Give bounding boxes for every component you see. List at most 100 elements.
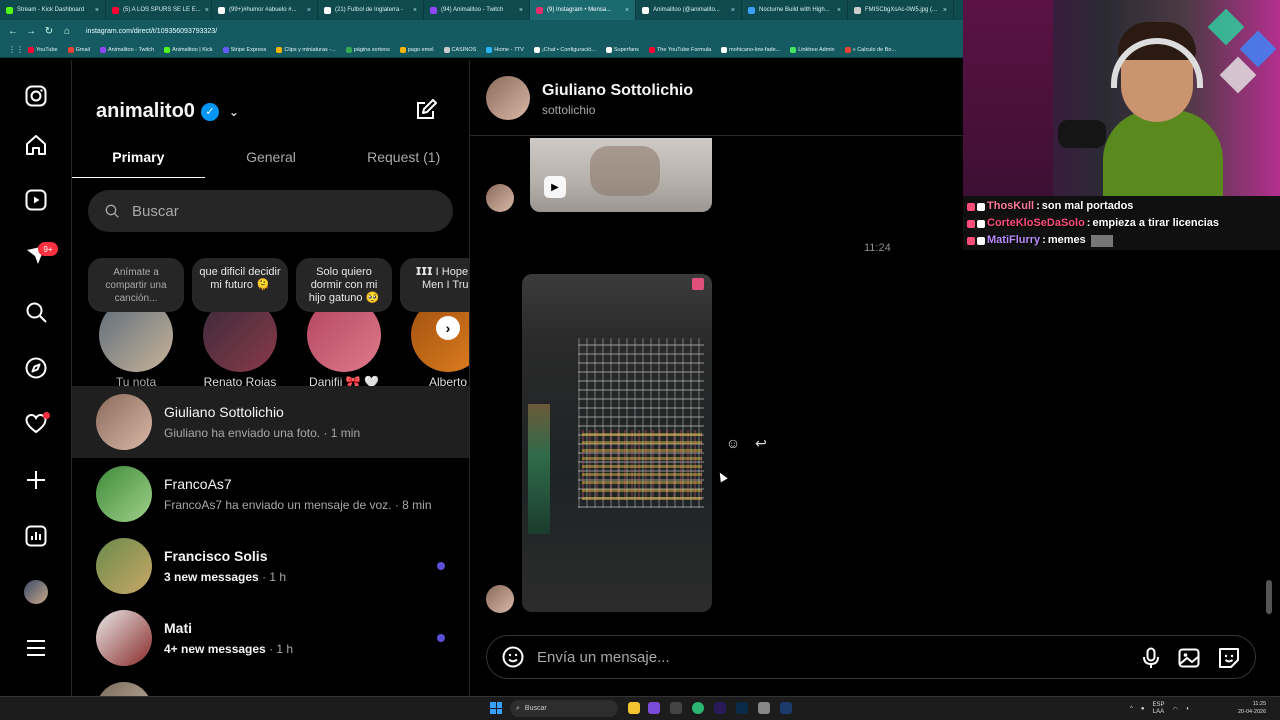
tab-primary[interactable]: Primary <box>72 140 205 178</box>
chat-scrollbar[interactable] <box>1266 580 1272 614</box>
bookmark-item[interactable]: Gmail <box>67 46 90 53</box>
file-explorer-icon[interactable] <box>628 702 640 714</box>
conversation-item[interactable]: Mati 4+ new messages · 1 h <box>72 602 469 674</box>
note-item[interactable]: Anímate a compartir una canción... Tu not… <box>88 258 184 389</box>
tab-close-icon[interactable]: × <box>943 7 947 14</box>
conversation-item[interactable]: Richanga conchetumare <box>72 674 469 696</box>
emoji-icon[interactable] <box>501 645 525 669</box>
reels-icon[interactable] <box>24 188 48 212</box>
tray-app-icon[interactable]: ● <box>1141 706 1145 712</box>
home-icon[interactable] <box>24 133 48 157</box>
tab-close-icon[interactable]: × <box>307 7 311 14</box>
bookmark-item[interactable]: mohicano-low-fade... <box>721 46 780 53</box>
browser-tab[interactable]: (94) Animalitoo - Twitch × <box>424 0 530 20</box>
streamer-body <box>1103 110 1223 196</box>
microphone-icon[interactable] <box>1139 646 1163 670</box>
react-emoji-icon[interactable]: ☺ <box>724 434 742 452</box>
new-message-icon[interactable] <box>414 98 438 122</box>
chat-avatar[interactable] <box>486 76 530 120</box>
tab-close-icon[interactable]: × <box>837 7 841 14</box>
bookmark-item[interactable]: Superfans <box>605 46 639 53</box>
browser-tab[interactable]: (99+)#humor #abuelo #... × <box>212 0 318 20</box>
system-clock[interactable]: 11:25 20-04-2026 <box>1238 700 1266 716</box>
notes-next-arrow-icon[interactable]: › <box>436 316 460 340</box>
browser-tab[interactable]: (5) A LOS SPURS SE LE E... × <box>106 0 212 20</box>
bookmark-item[interactable]: Home - 7TV <box>486 46 524 53</box>
tab-close-icon[interactable]: × <box>205 7 209 14</box>
search-icon[interactable] <box>24 300 48 324</box>
bookmark-item[interactable]: CASINOS <box>443 46 477 53</box>
browser-tab[interactable]: Nocturne Build with High... × <box>742 0 848 20</box>
browser-tab[interactable]: Stream - Kick Dashboard × <box>0 0 106 20</box>
tab-close-icon[interactable]: × <box>519 7 523 14</box>
chat-contact-name[interactable]: Giuliano Sottolichio <box>542 82 693 100</box>
profile-avatar[interactable] <box>24 580 48 604</box>
bookmark-item[interactable]: Animalitoo | Kick <box>164 46 213 53</box>
bookmark-item[interactable]: » Calculo de Bo... <box>844 46 896 53</box>
search-input[interactable] <box>132 202 412 220</box>
message-photo[interactable] <box>522 274 712 612</box>
back-icon[interactable]: ← <box>8 26 18 37</box>
sticker-icon[interactable] <box>1217 646 1241 670</box>
sender-avatar[interactable] <box>486 184 514 212</box>
url-field[interactable]: instagram.com/direct/t/109356093793323/ <box>86 28 217 35</box>
bookmark-label: Animalitoo - Twitch <box>108 46 155 53</box>
tab-close-icon[interactable]: × <box>95 7 99 14</box>
tray-chevron-icon[interactable]: ^ <box>1130 706 1133 712</box>
conversation-item[interactable]: Giuliano Sottolichio Giuliano ha enviado … <box>72 386 469 458</box>
conversation-item[interactable]: FrancoAs7 FrancoAs7 ha enviado un mensaje… <box>72 458 469 530</box>
bookmark-item[interactable]: pago emel <box>399 46 434 53</box>
chat-username: CorteKloSeDaSolo <box>987 217 1085 229</box>
wifi-icon[interactable]: ◠ <box>1172 706 1177 713</box>
image-upload-icon[interactable] <box>1177 646 1201 670</box>
reload-icon[interactable]: ↻ <box>44 26 54 37</box>
obs-icon[interactable] <box>670 702 682 714</box>
bookmark-item[interactable]: Animalitoo - Twitch <box>100 46 155 53</box>
app-icon[interactable] <box>758 702 770 714</box>
windows-start-icon[interactable] <box>490 702 502 714</box>
bookmark-item[interactable]: Stripe Express <box>222 46 266 53</box>
bookmark-item[interactable]: página sorteos <box>345 46 390 53</box>
account-switcher[interactable]: animalito0 ✓ ⌄ <box>96 100 239 123</box>
dashboard-icon[interactable] <box>24 524 48 548</box>
browser-tab[interactable]: (9) Instagram • Mensa... × <box>530 0 636 20</box>
notifications-badge: 9+ <box>38 242 58 256</box>
tab-general[interactable]: General <box>205 140 338 178</box>
tab-requests[interactable]: Request (1) <box>337 140 469 178</box>
premiere-icon[interactable] <box>714 702 726 714</box>
create-icon[interactable] <box>24 468 48 492</box>
message-input[interactable] <box>537 648 1097 666</box>
volume-icon[interactable]: ◗ <box>1186 706 1190 712</box>
explore-icon[interactable] <box>24 356 48 380</box>
note-item[interactable]: Solo quiero dormir con mi hijo gatuno 🥺 D… <box>296 258 392 389</box>
note-item[interactable]: que dificil decidir mi futuro 🫠 Renato Ro… <box>192 258 288 389</box>
message-photo[interactable]: ▶ <box>530 138 712 212</box>
bookmark-item[interactable]: Linktree Admin <box>790 46 835 53</box>
sender-avatar[interactable] <box>486 585 514 613</box>
home-browser-icon[interactable]: ⌂ <box>62 26 72 37</box>
instagram-icon[interactable] <box>24 84 48 108</box>
apps-icon[interactable]: ⋮⋮ <box>8 45 24 54</box>
browser-tab[interactable]: Animalitoo (@animalito... × <box>636 0 742 20</box>
bookmark-item[interactable]: Clips y miniaturas -... <box>276 46 336 53</box>
photoshop-icon[interactable] <box>736 702 748 714</box>
menu-icon[interactable] <box>24 636 48 660</box>
tab-close-icon[interactable]: × <box>413 7 417 14</box>
chrome-icon[interactable] <box>692 702 704 714</box>
discord-icon[interactable] <box>648 702 660 714</box>
bookmark-item[interactable]: The YouTube Formula <box>648 46 711 53</box>
tab-close-icon[interactable]: × <box>625 7 629 14</box>
browser-tab[interactable]: (21) Futbol de Inglaterra - × <box>318 0 424 20</box>
forward-icon[interactable]: → <box>26 26 36 37</box>
reply-icon[interactable]: ↩ <box>752 434 770 452</box>
browser-tab[interactable]: FMISCbgXsAc-0W5.jpg (... × <box>848 0 954 20</box>
note-item[interactable]: 𝗜𝗜𝗜 I Hope to Men I TrusAlberto <box>400 258 469 389</box>
language-indicator[interactable]: ESP LAA <box>1152 702 1164 716</box>
tab-close-icon[interactable]: × <box>731 7 735 14</box>
bookmark-label: CASINOS <box>451 46 477 53</box>
steam-icon[interactable] <box>780 702 792 714</box>
taskbar-search[interactable]: ⌕ Buscar <box>510 700 618 717</box>
bookmark-item[interactable]: YouTube <box>28 46 58 53</box>
bookmark-item[interactable]: ¡Chat • Configuració... <box>533 46 596 53</box>
conversation-item[interactable]: Francisco Solis 3 new messages · 1 h <box>72 530 469 602</box>
